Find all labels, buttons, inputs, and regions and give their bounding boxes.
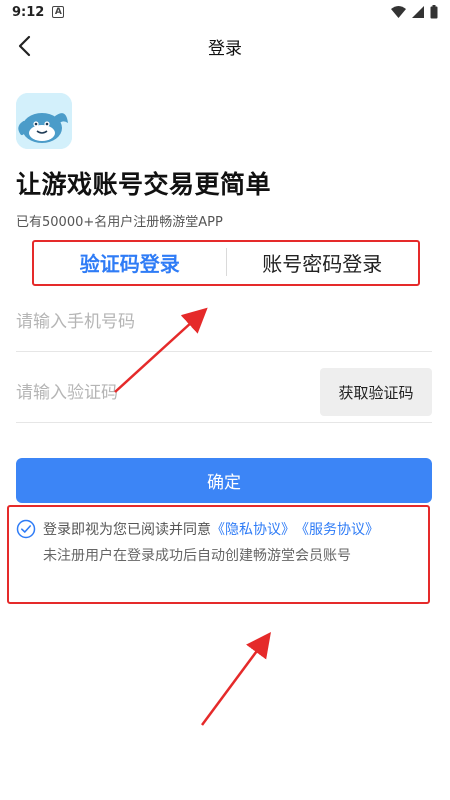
annotation-arrows [114,307,271,726]
annotation-arrow-tabs [114,307,208,393]
annotation-arrow-agreement [200,631,271,726]
